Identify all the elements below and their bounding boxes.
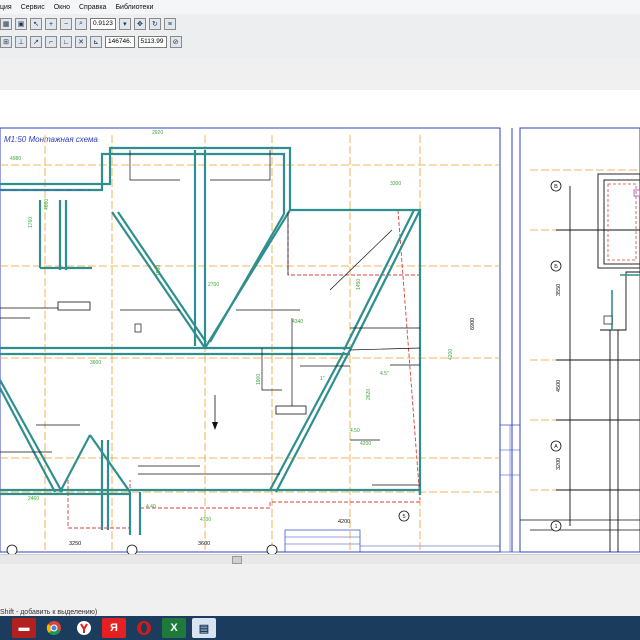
- coord-y-field[interactable]: 5113.99: [137, 36, 167, 48]
- svg-text:4500: 4500: [556, 380, 562, 392]
- pointer-icon[interactable]: ↖: [30, 18, 42, 30]
- svg-text:2700: 2700: [208, 282, 219, 288]
- menu-item-edit[interactable]: ция: [0, 4, 12, 11]
- svg-text:3550: 3550: [556, 284, 562, 296]
- chrome-icon[interactable]: [42, 618, 66, 638]
- zoom-window-icon[interactable]: ⌕: [75, 18, 87, 30]
- yandex-browser-icon[interactable]: [72, 618, 96, 638]
- wall-lines: [0, 146, 422, 535]
- svg-text:3300: 3300: [390, 181, 401, 187]
- svg-text:1450: 1450: [356, 279, 362, 290]
- cursor-icon[interactable]: ↗: [30, 36, 42, 48]
- ortho-icon[interactable]: ⊥: [15, 36, 27, 48]
- coordinates-icon[interactable]: ∟: [60, 36, 72, 48]
- media-icon[interactable]: ▬: [12, 618, 36, 638]
- svg-text:4980: 4980: [10, 156, 21, 162]
- side-plan-marker: [633, 189, 640, 197]
- menu-item-help[interactable]: Справка: [79, 4, 106, 11]
- svg-text:Б: Б: [554, 264, 558, 270]
- grid-icon[interactable]: ▦: [0, 18, 12, 30]
- properties-icon[interactable]: ▣: [15, 18, 27, 30]
- svg-text:4200: 4200: [338, 519, 350, 525]
- anchor-block-2: [275, 405, 307, 415]
- drawing-canvas[interactable]: М1:50 Монтажная схема 1960 2700 4340 360…: [0, 90, 640, 556]
- svg-text:1: 1: [554, 524, 557, 530]
- svg-text:3600: 3600: [198, 541, 210, 547]
- menu-item-window[interactable]: Окно: [54, 4, 70, 11]
- zoom-in-icon[interactable]: +: [45, 18, 57, 30]
- svg-text:5: 5: [402, 514, 405, 520]
- svg-text:1960: 1960: [156, 265, 162, 276]
- document-gap: [0, 58, 640, 90]
- scroll-thumb[interactable]: [232, 556, 242, 564]
- toolbar-row-2: ⊞ ⊥ ↗ ⌐ ∟ ✕ ⊾ 146746. 5113.99 ⊘: [0, 34, 185, 50]
- plan-title: М1:50 Монтажная схема: [4, 135, 98, 144]
- menu-item-service[interactable]: Сервис: [21, 4, 45, 11]
- dashed-red-lines: [0, 209, 421, 529]
- pan-icon[interactable]: ✥: [133, 18, 146, 30]
- side-plan: [556, 173, 640, 552]
- svg-text:2920: 2920: [152, 130, 163, 136]
- opera-icon[interactable]: [132, 618, 156, 638]
- status-hint: Shift - добавить к выделению): [0, 609, 98, 616]
- sheet-frame-left: [0, 127, 501, 553]
- svg-text:3200: 3200: [556, 458, 562, 470]
- svg-text:4.40: 4.40: [146, 504, 156, 510]
- taskbar: ▬ Я X ▤: [0, 616, 640, 640]
- svg-text:2460: 2460: [28, 496, 39, 502]
- arrow-head: [212, 422, 218, 430]
- snap-icon[interactable]: ⊞: [0, 36, 12, 48]
- svg-text:4.50: 4.50: [350, 428, 360, 434]
- coordinate-axis-icon[interactable]: ⊾: [90, 36, 102, 48]
- yandex-icon[interactable]: Я: [102, 618, 126, 638]
- layers-icon[interactable]: ≡: [163, 18, 176, 30]
- svg-text:4660: 4660: [44, 199, 50, 210]
- anchor-block-1: [57, 301, 91, 311]
- side-plan-node: [603, 315, 613, 325]
- detail-lines: [0, 150, 640, 531]
- zoom-field[interactable]: 0.9123: [90, 18, 116, 30]
- excel-icon[interactable]: X: [162, 618, 186, 638]
- svg-text:А: А: [554, 444, 558, 450]
- axis-bubble-labels: 5 В Б А 1: [402, 184, 558, 530]
- node-marker: [134, 323, 142, 333]
- kompas-icon[interactable]: ▤: [192, 618, 216, 638]
- svg-text:1760: 1760: [28, 217, 34, 228]
- svg-text:4200: 4200: [360, 441, 371, 447]
- side-plan-dashed: [607, 183, 637, 261]
- title-block: [284, 529, 361, 553]
- menu-item-libraries[interactable]: Библиотеки: [115, 4, 153, 11]
- svg-text:3600: 3600: [90, 360, 101, 366]
- status-area: Shift - добавить к выделению): [0, 564, 640, 616]
- menu-bar: ция Сервис Окно Справка Библиотеки: [0, 0, 640, 14]
- svg-text:4340: 4340: [292, 319, 303, 325]
- drawing-svg: М1:50 Монтажная схема 1960 2700 4340 360…: [0, 127, 640, 556]
- sheet-frame-right: [519, 127, 640, 553]
- toolbar: ▦ ▣ ↖ + − ⌕ 0.9123 ▾ ✥ ↻ ≡ ⊞ ⊥ ↗ ⌐ ∟ ✕ ⊾…: [0, 14, 640, 59]
- svg-text:В: В: [554, 184, 558, 190]
- svg-text:4.5": 4.5": [380, 371, 389, 377]
- svg-text:1900: 1900: [256, 374, 262, 385]
- coord-x-field[interactable]: 146746.: [105, 36, 135, 48]
- svg-text:3250: 3250: [69, 541, 81, 547]
- stop-icon[interactable]: ⊘: [169, 36, 182, 48]
- svg-text:1": 1": [320, 376, 325, 382]
- svg-text:4700: 4700: [200, 517, 211, 523]
- snap-point-icon[interactable]: ✕: [75, 36, 87, 48]
- axis-bubbles: [6, 180, 562, 556]
- svg-text:4200: 4200: [448, 349, 454, 360]
- toolbar-row-1: ▦ ▣ ↖ + − ⌕ 0.9123 ▾ ✥ ↻ ≡: [0, 16, 179, 32]
- svg-text:6900: 6900: [470, 318, 476, 330]
- zoom-out-icon[interactable]: −: [60, 18, 72, 30]
- refresh-icon[interactable]: ↻: [148, 18, 161, 30]
- local-cs-icon[interactable]: ⌐: [45, 36, 57, 48]
- svg-text:2620: 2620: [366, 389, 372, 400]
- dropdown-arrow-icon[interactable]: ▾: [118, 18, 131, 30]
